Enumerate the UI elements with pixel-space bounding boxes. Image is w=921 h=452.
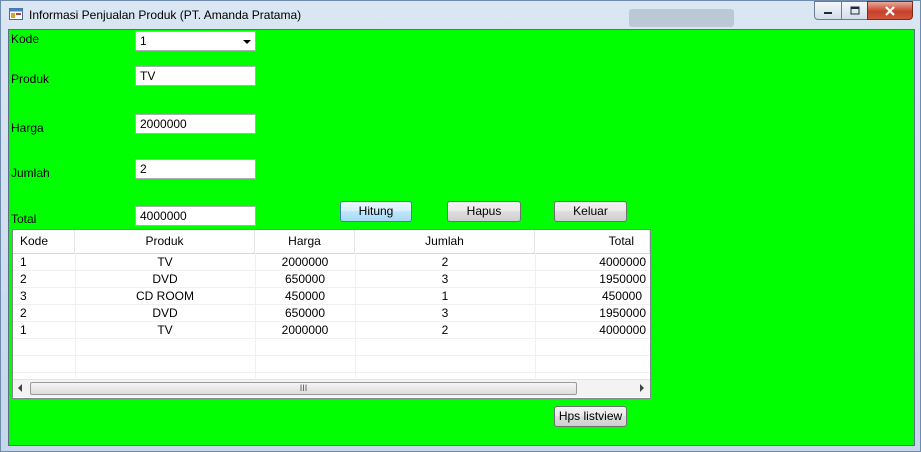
kode-label: Kode [11,32,40,46]
maximize-button[interactable] [841,1,868,20]
column-header-jumlah[interactable]: Jumlah [355,230,535,253]
total-label: Total [11,212,37,226]
produk-label: Produk [11,72,50,86]
table-row[interactable]: 2 DVD 650000 3 1950000 [13,271,650,288]
cell-kode: 3 [20,289,27,303]
cell-jumlah: 1 [441,289,449,303]
empty-row [13,339,650,356]
keluar-button[interactable]: Keluar [554,201,627,222]
hps-listview-button[interactable]: Hps listview [554,406,627,427]
hapus-button[interactable]: Hapus [447,201,521,222]
horizontal-scrollbar[interactable]: III [13,379,650,397]
blurred-overlay [629,9,734,27]
harga-label: Harga [11,121,44,135]
table-row[interactable]: 3 CD ROOM 450000 1 450000 [13,288,650,305]
column-header-harga[interactable]: Harga [255,230,355,253]
app-icon [9,8,23,20]
cell-produk: TV [157,323,173,337]
harga-field[interactable]: 2000000 [135,114,256,134]
chevron-down-icon[interactable] [243,40,251,44]
total-field[interactable]: 4000000 [135,206,256,226]
kode-value: 1 [140,34,147,48]
cell-total: 4000000 [599,323,646,337]
cell-harga: 650000 [284,306,326,320]
cell-total: 4000000 [599,255,646,269]
table-row[interactable]: 1 TV 2000000 2 4000000 [13,254,650,271]
scrollbar-thumb[interactable]: III [30,382,577,395]
cell-kode: 2 [20,306,27,320]
cell-jumlah: 2 [441,323,449,337]
cell-jumlah: 3 [441,272,449,286]
cell-kode: 2 [20,272,27,286]
listview-header: Kode Produk Harga Jumlah Total [13,230,650,254]
scroll-left-icon[interactable] [17,384,23,392]
column-header-produk[interactable]: Produk [75,230,255,253]
cell-produk: DVD [152,306,178,320]
jumlah-label: Jumlah [11,166,50,180]
cell-jumlah: 2 [441,255,449,269]
cell-total: 450000 [601,289,642,303]
table-row[interactable]: 2 DVD 650000 3 1950000 [13,305,650,322]
produk-field[interactable]: TV [135,66,256,86]
maximize-icon [850,6,859,15]
scroll-right-icon[interactable] [639,384,645,392]
cell-kode: 1 [20,255,27,269]
minimize-button[interactable] [814,1,842,20]
main-window: Informasi Penjualan Produk (PT. Amanda P… [0,0,921,452]
cell-jumlah: 3 [441,306,449,320]
form-client-area: Kode 1 Produk TV Harga 2000000 Jumlah 2 … [8,29,915,446]
close-icon [885,5,895,16]
cell-harga: 450000 [284,289,326,303]
cell-kode: 1 [20,323,27,337]
cell-harga: 650000 [284,272,326,286]
sales-listview[interactable]: Kode Produk Harga Jumlah Total 1 TV 2000… [12,229,651,399]
column-header-kode[interactable]: Kode [13,230,75,253]
kode-combobox[interactable]: 1 [135,31,256,51]
cell-produk: DVD [152,272,178,286]
table-row[interactable]: 1 TV 2000000 2 4000000 [13,322,650,339]
cell-harga: 2000000 [281,323,329,337]
hitung-button[interactable]: Hitung [340,201,412,222]
column-header-total[interactable]: Total [535,230,650,253]
cell-harga: 2000000 [281,255,329,269]
cell-total: 1950000 [599,306,646,320]
close-button[interactable] [867,1,913,20]
empty-row [13,356,650,373]
title-bar[interactable]: Informasi Penjualan Produk (PT. Amanda P… [1,1,920,29]
jumlah-field[interactable]: 2 [135,159,256,179]
window-title: Informasi Penjualan Produk (PT. Amanda P… [29,8,302,22]
minimize-icon [824,11,832,14]
cell-total: 1950000 [599,272,646,286]
cell-produk: CD ROOM [136,289,194,303]
cell-produk: TV [157,255,173,269]
